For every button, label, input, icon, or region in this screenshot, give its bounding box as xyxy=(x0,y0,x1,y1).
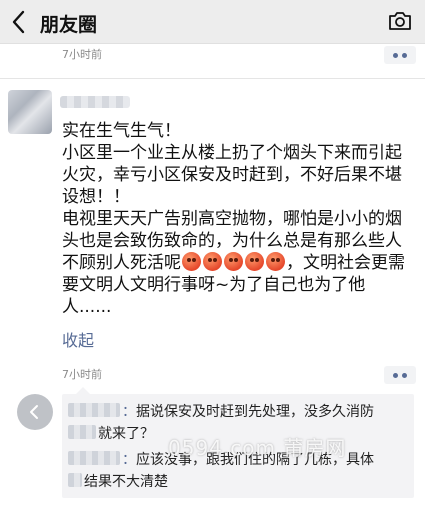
dot-icon xyxy=(393,53,398,58)
nav-bar: 朋友圈 xyxy=(0,0,425,44)
comment-separator: ： xyxy=(122,404,136,420)
comment-separator: ： xyxy=(122,452,136,468)
comment-continuation: 就来了？ xyxy=(68,424,154,444)
angry-emoji-icon xyxy=(224,252,243,271)
post-line: 电视里天天广告别高空抛物，哪怕是小小的烟头也是会致伤致命的，为什么总是有那么些人… xyxy=(62,208,412,318)
chevron-left-icon xyxy=(30,405,38,419)
prev-post-more-button[interactable] xyxy=(384,46,416,64)
comment-text: 结果不大清楚 xyxy=(84,474,168,490)
dot-icon xyxy=(402,373,407,378)
floating-back-button[interactable] xyxy=(17,394,53,430)
author-name-blurred[interactable] xyxy=(60,96,130,108)
comment-continuation: 结果不大清楚 xyxy=(68,472,168,492)
back-icon[interactable] xyxy=(8,8,32,36)
comment-text: 应该没事，跟我们住的隔了几栋，具体 xyxy=(136,452,374,468)
angry-emoji-icon xyxy=(245,252,264,271)
page-title: 朋友圈 xyxy=(40,14,98,36)
dot-icon xyxy=(402,53,407,58)
comment-text: 就来了？ xyxy=(98,426,154,442)
collapse-link[interactable]: 收起 xyxy=(62,327,94,351)
camera-icon[interactable] xyxy=(387,9,413,33)
commenter-name-blurred xyxy=(68,403,120,417)
prev-post-time: 7小时前 xyxy=(62,48,102,61)
blurred-text xyxy=(68,473,82,487)
divider xyxy=(0,78,425,79)
post-more-button[interactable] xyxy=(384,366,416,384)
angry-emoji-icon xyxy=(203,252,222,271)
dot-icon xyxy=(393,373,398,378)
angry-emoji-icon xyxy=(266,252,285,271)
post-line: 实在生气生气！ xyxy=(62,121,181,141)
angry-emoji-icon xyxy=(182,252,201,271)
comment-text: 据说保安及时赶到先处理，没多久消防 xyxy=(136,404,374,420)
blurred-text xyxy=(68,425,96,439)
comment[interactable]: ：据说保安及时赶到先处理，没多久消防 xyxy=(68,402,374,422)
comments-box: ：据说保安及时赶到先处理，没多久消防 就来了？ ：应该没事，跟我们住的隔了几栋，… xyxy=(62,387,414,498)
commenter-name-blurred xyxy=(68,451,120,465)
post-time: 7小时前 xyxy=(62,368,102,381)
comment[interactable]: ：应该没事，跟我们住的隔了几栋，具体 xyxy=(68,450,374,470)
post-line: 小区里一个业主从楼上扔了个烟头下来而引起火灾，幸亏小区保安及时赶到，不好后果不堪… xyxy=(62,143,402,207)
avatar[interactable] xyxy=(8,90,52,134)
post-content: 实在生气生气！ 小区里一个业主从楼上扔了个烟头下来而引起火灾，幸亏小区保安及时赶… xyxy=(62,120,412,318)
